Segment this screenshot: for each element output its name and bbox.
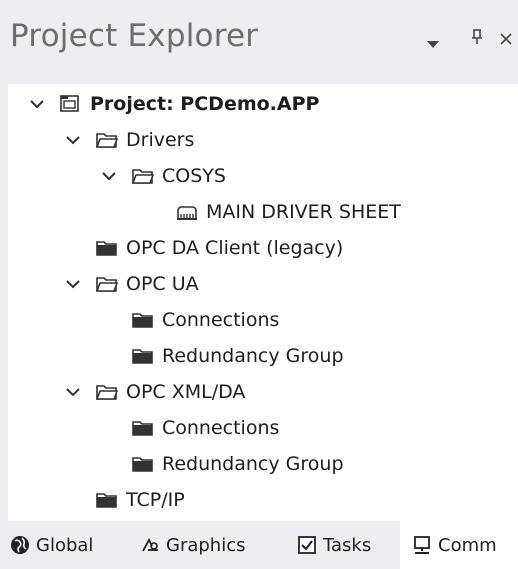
tasks-icon [297,535,317,555]
monitor-icon [412,535,432,555]
tree-node-label: OPC DA Client (legacy) [126,237,344,259]
chevron-down-icon[interactable] [100,167,118,185]
tab-label: Global [36,534,94,556]
project-icon [60,95,82,113]
tree-node-opc-ua[interactable]: OPC UA [64,266,199,302]
tab-tasks[interactable]: Tasks [297,521,397,569]
tree-node-label: Redundancy Group [162,345,344,367]
folder-open-icon [132,167,154,185]
panel-title: Project Explorer [10,18,259,54]
pin-icon[interactable] [471,29,483,50]
tree-node-opc-ua-redundancy-group[interactable]: Redundancy Group [132,338,344,374]
folder-icon [132,455,154,473]
tree-node-main-driver-sheet[interactable]: MAIN DRIVER SHEET [176,194,401,230]
globe-icon [10,535,30,555]
chevron-down-icon[interactable] [64,383,82,401]
tab-label: Tasks [323,534,372,556]
tab-graphics[interactable]: Graphics [140,521,280,569]
driver-sheet-icon [176,203,198,221]
tree-node-label: MAIN DRIVER SHEET [206,201,401,223]
tree-node-drivers[interactable]: Drivers [64,122,194,158]
tree-node-opc-ua-connections[interactable]: Connections [132,302,279,338]
graphics-icon [140,535,160,555]
chevron-down-icon[interactable] [64,131,82,149]
folder-icon [132,311,154,329]
folder-open-icon [96,275,118,293]
folder-icon [96,239,118,257]
chevron-down-icon[interactable] [28,95,46,113]
folder-icon [132,419,154,437]
tree-node-label: Connections [162,309,280,331]
tree-node-label: Redundancy Group [162,453,344,475]
tree-node-label: OPC UA [126,273,199,295]
tree-node-label: TCP/IP [126,489,185,511]
tree-node-project[interactable]: Project: PCDemo.APP [28,86,319,122]
close-icon[interactable] [500,26,512,51]
tree-node-label: OPC XML/DA [126,381,246,403]
tree-node-label: Drivers [126,129,195,151]
tab-label: Comm [438,534,497,556]
tree-node-cosys[interactable]: COSYS [100,158,226,194]
project-tree: Project: PCDemo.APP Drivers COSYS MAIN D… [8,84,518,521]
dropdown-arrow-icon[interactable] [427,34,439,54]
folder-icon [132,347,154,365]
tab-global[interactable]: Global [10,521,130,569]
explorer-tab-bar: Global Graphics Tasks Comm [0,521,518,569]
tab-comm[interactable]: Comm [400,521,518,569]
folder-open-icon [96,383,118,401]
tab-label: Graphics [166,534,246,556]
tree-node-opc-xml-redundancy-group[interactable]: Redundancy Group [132,446,344,482]
tree-node-label: Connections [162,417,280,439]
folder-icon [96,491,118,509]
tree-node-tcpip[interactable]: TCP/IP [96,482,185,518]
tree-node-opc-xml-da[interactable]: OPC XML/DA [64,374,245,410]
tree-node-label: COSYS [162,165,226,187]
tree-node-label: Project: PCDemo.APP [90,93,320,115]
panel-header: Project Explorer [0,0,518,84]
folder-open-icon [96,131,118,149]
project-explorer-panel: Project Explorer Project: PCDemo.APP Dri… [0,0,518,569]
chevron-down-icon[interactable] [64,275,82,293]
tree-node-opc-da-client[interactable]: OPC DA Client (legacy) [96,230,343,266]
tree-node-opc-xml-connections[interactable]: Connections [132,410,279,446]
